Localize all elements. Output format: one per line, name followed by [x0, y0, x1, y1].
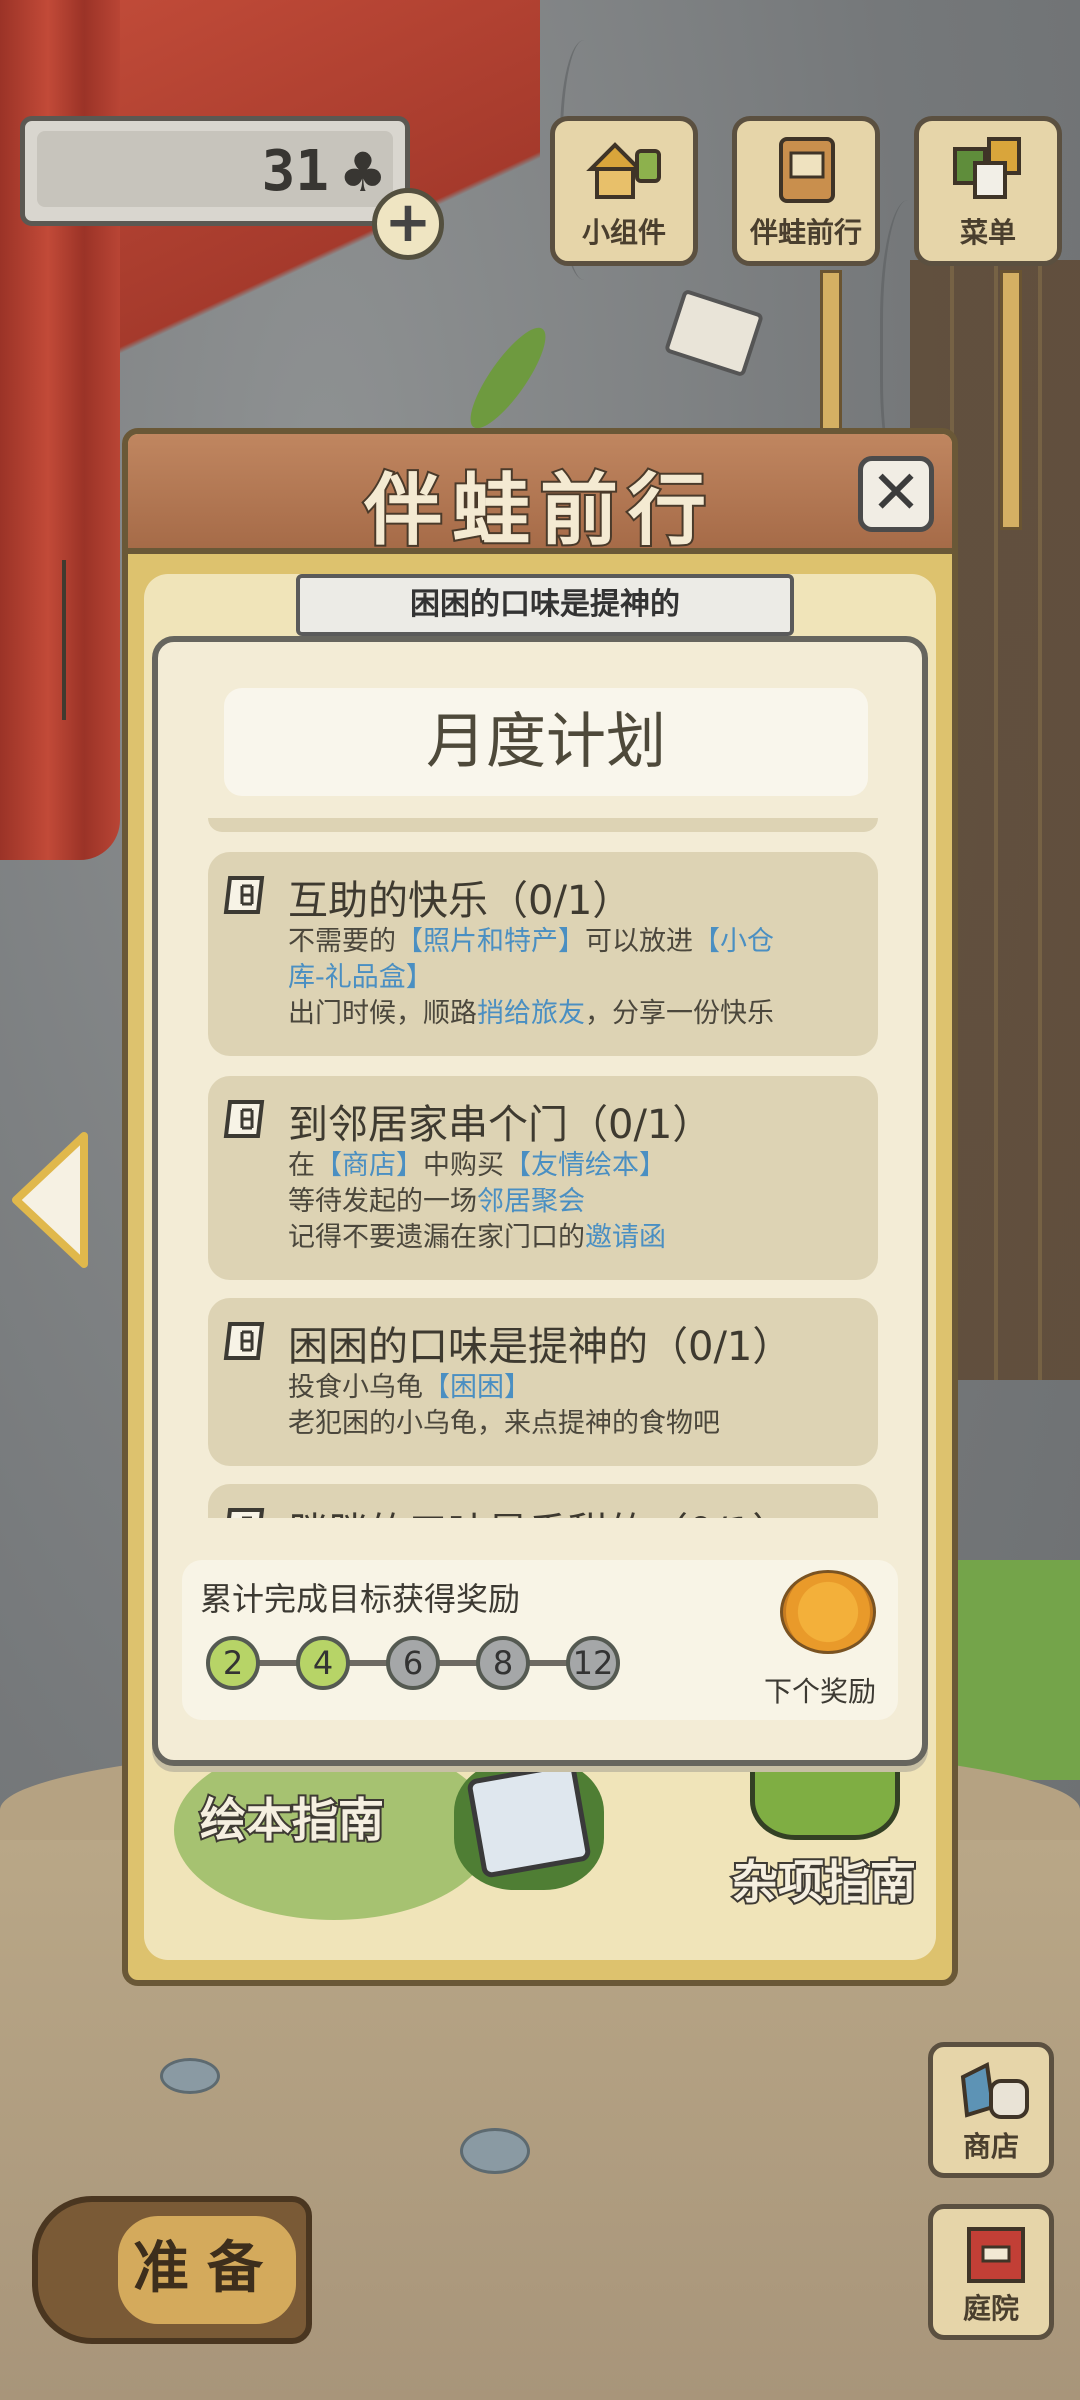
task-text: 老犯困的小乌龟，来点提神的食物吧: [288, 1408, 720, 1439]
clover-count: 31: [261, 139, 329, 204]
task-text: 不需要的: [288, 926, 396, 957]
left-arrow-icon[interactable]: [8, 1128, 92, 1272]
task-description: 在【商店】中购买【友情绘本】 等待发起的一场邻居聚会 记得不要遗漏在家门口的邀请函: [288, 1148, 848, 1256]
next-reward-label: 下个奖励: [763, 1675, 876, 1708]
misc-guide-label[interactable]: 杂项指南: [730, 1846, 918, 1912]
task-text: ，分享一份快乐: [585, 998, 774, 1029]
task-text: 中购买: [423, 1150, 504, 1181]
calendar-icon: [223, 876, 265, 914]
task-title: 到邻居家串个门（0/1）: [288, 1102, 713, 1148]
panel-title: 月度计划: [224, 688, 868, 796]
shop-bag-icon: [960, 2061, 1029, 2119]
shop-label: 商店: [962, 2130, 1019, 2163]
menu-label: 菜单: [959, 216, 1016, 249]
task-title: 互助的快乐（0/1）: [288, 878, 633, 924]
task-card-partial: [208, 818, 878, 832]
curtain-tassel: [62, 560, 86, 720]
task-description-line: 不需要的【照片和特产】可以放进【小仓: [288, 924, 848, 960]
monthly-plan-panel: 月度计划 互助的快乐（0/1） 不需要的【照片和特产】可以放进【小仓 库-礼品盒】…: [152, 636, 928, 1766]
task-text: 记得不要遗漏在家门口的: [288, 1222, 585, 1253]
task-list[interactable]: 互助的快乐（0/1） 不需要的【照片和特产】可以放进【小仓 库-礼品盒】 出门时候，…: [208, 818, 878, 1518]
task-card[interactable]: 互助的快乐（0/1） 不需要的【照片和特产】可以放进【小仓 库-礼品盒】 出门时候，…: [208, 852, 878, 1056]
shop-button[interactable]: 商店: [928, 2042, 1054, 2178]
pizza-reward-icon[interactable]: [780, 1570, 876, 1654]
task-keyword[interactable]: 【友情绘本】: [504, 1150, 666, 1181]
milestone-dot: 12: [566, 1636, 620, 1690]
task-description: 投食小乌龟【困困】 老犯困的小乌龟，来点提神的食物吧: [288, 1370, 848, 1442]
widget-button[interactable]: 小组件: [550, 116, 698, 266]
modal-header: 伴蛙前行 ✕: [128, 434, 952, 558]
journey-label: 伴蛙前行: [749, 216, 862, 249]
cumulative-reward: 累计完成目标获得奖励 2 4 6 8 12 下个奖励: [182, 1560, 898, 1720]
task-keyword[interactable]: 【照片和特产】: [396, 926, 585, 957]
calendar-icon: [223, 1100, 265, 1138]
task-text: 等待发起的一场: [288, 1186, 477, 1217]
clover-counter: 31 ♣: [20, 116, 410, 226]
task-keyword[interactable]: 捎给旅友: [477, 998, 585, 1029]
picture-book-guide-label[interactable]: 绘本指南: [198, 1784, 386, 1850]
add-clover-button[interactable]: +: [372, 188, 444, 260]
milestone-dot: 6: [386, 1636, 440, 1690]
milestone-dot: 2: [206, 1636, 260, 1690]
yard-label: 庭院: [962, 2292, 1019, 2325]
task-description-line: 在【商店】中购买【友情绘本】: [288, 1148, 848, 1184]
menu-cards-icon: [953, 137, 1021, 199]
picture-book-icon[interactable]: [466, 1761, 592, 1879]
task-description-line: 老犯困的小乌龟，来点提神的食物吧: [288, 1406, 848, 1442]
bamboo-pillar: [1000, 270, 1022, 530]
journey-book-icon: [779, 137, 835, 203]
task-card[interactable]: 胖胖的口味是香甜的（0/1）: [208, 1484, 878, 1518]
task-text: 出门时候，顺路: [288, 998, 477, 1029]
task-description-line: 库-礼品盒】: [288, 960, 848, 996]
task-title: 胖胖的口味是香甜的（0/1）: [288, 1500, 792, 1518]
task-keyword[interactable]: 【困困】: [423, 1372, 531, 1403]
milestone-dot: 4: [296, 1636, 350, 1690]
menu-button[interactable]: 菜单: [914, 116, 1062, 266]
milestone-dot: 8: [476, 1636, 530, 1690]
calendar-icon: [223, 1322, 265, 1360]
journey-button[interactable]: 伴蛙前行: [732, 116, 880, 266]
task-keyword[interactable]: 邻居聚会: [477, 1186, 585, 1217]
widget-house-icon: [586, 142, 661, 199]
close-button[interactable]: ✕: [858, 456, 934, 532]
task-text: 可以放进: [585, 926, 693, 957]
yard-house-icon: [967, 2227, 1025, 2283]
task-description-line: 等待发起的一场邻居聚会: [288, 1184, 848, 1220]
task-title: 困困的口味是提神的（0/1）: [288, 1324, 793, 1370]
task-keyword[interactable]: 库-礼品盒】: [288, 962, 433, 993]
stone: [160, 2058, 220, 2094]
task-keyword[interactable]: 邀请函: [585, 1222, 666, 1253]
reward-title: 累计完成目标获得奖励: [200, 1580, 521, 1618]
task-description-line: 记得不要遗漏在家门口的邀请函: [288, 1220, 848, 1256]
prepare-button[interactable]: 准备: [32, 2196, 312, 2344]
task-card[interactable]: 困困的口味是提神的（0/1） 投食小乌龟【困困】 老犯困的小乌龟，来点提神的食物吧: [208, 1298, 878, 1466]
task-text: 投食小乌龟: [288, 1372, 423, 1403]
task-keyword[interactable]: 【小仓: [693, 926, 774, 957]
task-keyword[interactable]: 【商店】: [315, 1150, 423, 1181]
task-description-line: 出门时候，顺路捎给旅友，分享一份快乐: [288, 996, 848, 1032]
calendar-icon: [227, 1508, 265, 1518]
widget-label: 小组件: [581, 216, 666, 249]
task-description-line: 投食小乌龟【困困】: [288, 1370, 848, 1406]
clover-icon: ♣: [338, 141, 387, 204]
current-goal-banner: 困困的口味是提神的: [296, 574, 794, 636]
yard-button[interactable]: 庭院: [928, 2204, 1054, 2340]
modal-title: 伴蛙前行: [362, 464, 716, 558]
task-card[interactable]: 到邻居家串个门（0/1） 在【商店】中购买【友情绘本】 等待发起的一场邻居聚会 记得…: [208, 1076, 878, 1280]
task-description: 不需要的【照片和特产】可以放进【小仓 库-礼品盒】 出门时候，顺路捎给旅友，分享一份…: [288, 924, 848, 1032]
prepare-label: 准备: [118, 2216, 296, 2324]
task-text: 在: [288, 1150, 315, 1181]
stone: [460, 2128, 530, 2174]
